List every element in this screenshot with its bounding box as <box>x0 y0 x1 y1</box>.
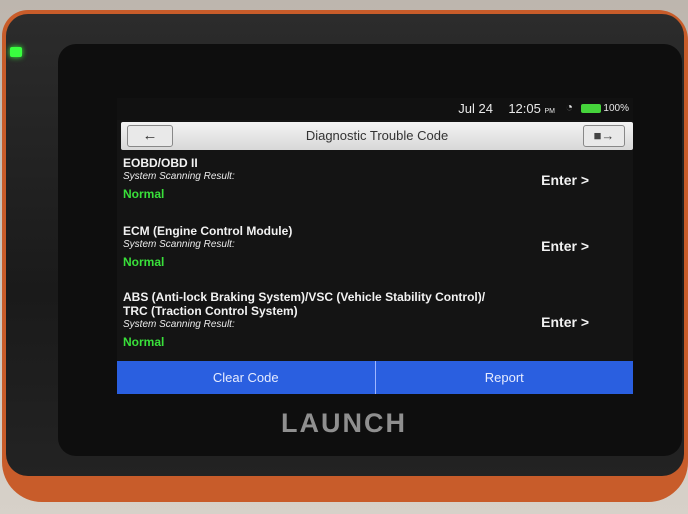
list-item-abs[interactable]: ABS (Anti-lock Braking System)/VSC (Vehi… <box>123 290 629 349</box>
status-time: 12:05 PM <box>508 101 555 116</box>
scan-result-status: Normal <box>123 335 165 349</box>
status-bar: Jul 24 12:05 PM ◔ 100% <box>117 98 633 120</box>
battery-percent: 100% <box>603 103 629 114</box>
title-bar: ← Diagnostic Trouble Code ■→ <box>121 122 633 150</box>
enter-button[interactable]: Enter > <box>541 314 589 330</box>
report-button[interactable]: Report <box>376 361 634 394</box>
exit-door-icon: ■→ <box>593 128 615 143</box>
system-name: ECM (Engine Control Module) <box>123 224 293 238</box>
scan-result-status: Normal <box>123 255 165 269</box>
battery-icon <box>581 104 601 113</box>
scan-result-status: Normal <box>123 187 165 201</box>
system-name-line1: ABS (Anti-lock Braking System)/VSC (Vehi… <box>123 290 486 304</box>
power-led <box>10 47 22 57</box>
screen: Jul 24 12:05 PM ◔ 100% ← Diagnostic Trou… <box>117 98 633 394</box>
page-title: Diagnostic Trouble Code <box>305 128 449 143</box>
status-date: Jul 24 <box>458 101 493 116</box>
clear-code-button[interactable]: Clear Code <box>117 361 375 394</box>
enter-button[interactable]: Enter > <box>541 238 589 254</box>
list-item-ecm[interactable]: ECM (Engine Control Module) System Scann… <box>123 224 629 269</box>
system-name: EOBD/OBD II <box>123 156 198 170</box>
list-item-eobd[interactable]: EOBD/OBD II System Scanning Result: Norm… <box>123 156 629 201</box>
device-brand-logo: LAUNCH <box>281 408 407 438</box>
exit-button[interactable]: ■→ <box>583 125 625 147</box>
enter-button[interactable]: Enter > <box>541 172 589 188</box>
status-time-value: 12:05 <box>508 101 541 116</box>
button-bar: Clear Code Report <box>117 361 633 394</box>
status-ampm: PM <box>544 108 556 115</box>
wifi-icon: ◔ <box>565 100 573 114</box>
